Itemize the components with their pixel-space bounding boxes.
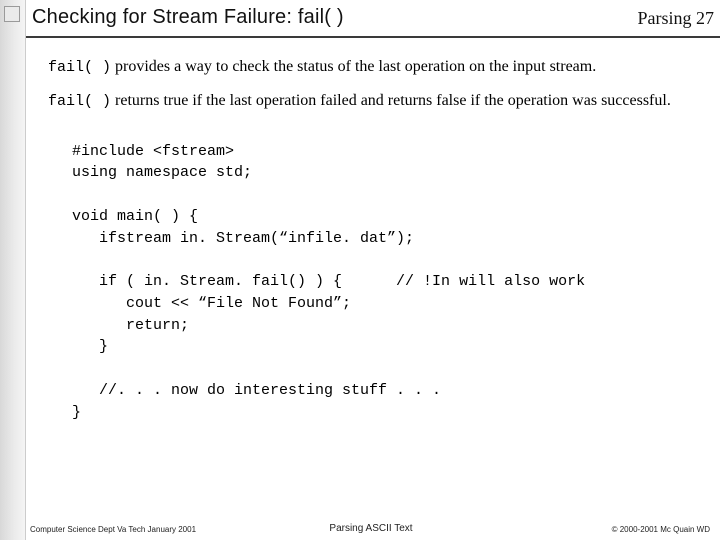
footer-left: Computer Science Dept Va Tech January 20… (30, 525, 196, 534)
para1-text: provides a way to check the status of th… (111, 58, 596, 75)
section-label: Parsing (638, 8, 692, 28)
paragraph-1: fail( ) provides a way to check the stat… (48, 56, 694, 78)
page-number: 27 (696, 8, 714, 28)
slide-title: Checking for Stream Failure: fail( ) (32, 6, 344, 29)
footer-right: © 2000-2001 Mc Quain WD (612, 525, 710, 534)
para2-text: returns true if the last operation faile… (111, 92, 671, 109)
code-block: #include <fstream> using namespace std; … (72, 141, 694, 424)
code-inline-fail-2: fail( ) (48, 93, 111, 110)
footer-center: Parsing ASCII Text (329, 523, 412, 534)
slide-section-page: Parsing 27 (638, 8, 715, 29)
code-inline-fail: fail( ) (48, 59, 111, 76)
slide-handle-box (4, 6, 20, 22)
paragraph-2: fail( ) returns true if the last operati… (48, 90, 694, 112)
slide-left-edge (0, 0, 26, 540)
slide-footer: Computer Science Dept Va Tech January 20… (26, 514, 716, 538)
slide-content: fail( ) provides a way to check the stat… (26, 46, 716, 510)
slide-header: Checking for Stream Failure: fail( ) Par… (26, 0, 720, 38)
